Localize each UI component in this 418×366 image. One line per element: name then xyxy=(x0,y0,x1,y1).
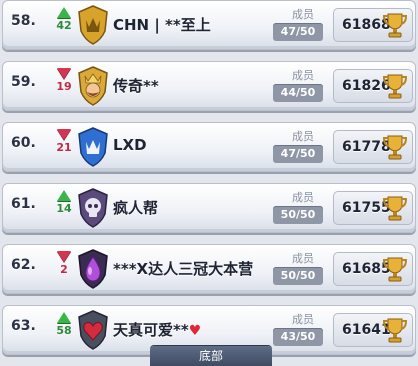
trophy-icon xyxy=(383,74,407,99)
trend-down-icon xyxy=(57,129,71,140)
trend-up-icon xyxy=(57,312,71,323)
trend-indicator: 42 xyxy=(53,7,75,45)
clan-row[interactable]: 58. 42 CHN | **至上 成员 47/50 61868 xyxy=(2,0,416,50)
trophy-box: 61641 xyxy=(333,313,413,347)
trend-indicator: 14 xyxy=(53,190,75,228)
rank-change: 58 xyxy=(56,324,72,337)
clan-badge-skull-icon xyxy=(77,188,109,228)
clan-row[interactable]: 62. 2 ***X达人三冠大本营 成员 50/50 61685 xyxy=(2,244,416,294)
members-count: 50/50 xyxy=(273,267,323,285)
clan-badge-crown-icon xyxy=(77,127,109,167)
clan-name: CHN | **至上 xyxy=(113,16,211,34)
members-label: 成员 xyxy=(292,313,314,326)
clan-row[interactable]: 59. 19 传奇** 成员 44/50 61826 xyxy=(2,61,416,111)
trend-down-icon xyxy=(57,251,71,262)
clan-name: 传奇** xyxy=(113,77,159,95)
rank-change: 2 xyxy=(60,263,68,276)
rank-number: 62. xyxy=(11,257,36,273)
clan-name: 疯人帮 xyxy=(113,199,159,217)
clan-badge-elixir-drop-icon xyxy=(77,249,109,289)
members-count: 43/50 xyxy=(273,328,323,346)
trophy-box: 61778 xyxy=(333,130,413,164)
trophy-icon xyxy=(383,318,407,343)
clan-badge-crown-icon xyxy=(77,5,109,45)
rank-number: 61. xyxy=(11,196,36,212)
trophy-icon xyxy=(383,257,407,282)
clan-name-text: 天真可爱** xyxy=(113,321,189,339)
rank-change: 42 xyxy=(56,19,72,32)
heart-icon: ♥ xyxy=(188,323,202,339)
clan-row[interactable]: 61. 14 疯人帮 成员 50/50 61755 xyxy=(2,183,416,233)
trophy-icon xyxy=(383,196,407,221)
rank-number: 63. xyxy=(11,318,36,334)
trophy-box: 61685 xyxy=(333,252,413,286)
trophy-box: 61868 xyxy=(333,8,413,42)
trend-up-icon xyxy=(57,7,71,18)
trend-down-icon xyxy=(57,68,71,79)
clan-badge-king-face-icon xyxy=(77,66,109,106)
members-count: 50/50 xyxy=(273,206,323,224)
rank-change: 19 xyxy=(56,80,72,93)
trend-up-icon xyxy=(57,190,71,201)
trophy-icon xyxy=(383,135,407,160)
members-label: 成员 xyxy=(292,252,314,265)
clan-name: ***X达人三冠大本营 xyxy=(113,260,254,278)
clan-name: LXD xyxy=(113,136,147,154)
members-label: 成员 xyxy=(292,130,314,143)
rank-number: 59. xyxy=(11,74,36,90)
members-label: 成员 xyxy=(292,69,314,82)
rank-change: 14 xyxy=(56,202,72,215)
members-count: 47/50 xyxy=(273,145,323,163)
trend-indicator: 19 xyxy=(53,68,75,106)
members-count: 44/50 xyxy=(273,84,323,102)
members-count: 47/50 xyxy=(273,23,323,41)
trend-indicator: 21 xyxy=(53,129,75,167)
members-label: 成员 xyxy=(292,191,314,204)
trend-indicator: 2 xyxy=(53,251,75,289)
rank-change: 21 xyxy=(56,141,72,154)
members-label: 成员 xyxy=(292,8,314,21)
clan-badge-heart-icon xyxy=(77,310,109,350)
bottom-tab[interactable]: 底部 xyxy=(150,346,272,366)
trophy-box: 61826 xyxy=(333,69,413,103)
rank-number: 60. xyxy=(11,135,36,151)
trophy-box: 61755 xyxy=(333,191,413,225)
trophy-icon xyxy=(383,13,407,38)
rank-number: 58. xyxy=(11,13,36,29)
trend-indicator: 58 xyxy=(53,312,75,350)
clan-row[interactable]: 60. 21 LXD 成员 47/50 61778 xyxy=(2,122,416,172)
clan-name: 天真可爱**♥ xyxy=(113,319,201,340)
